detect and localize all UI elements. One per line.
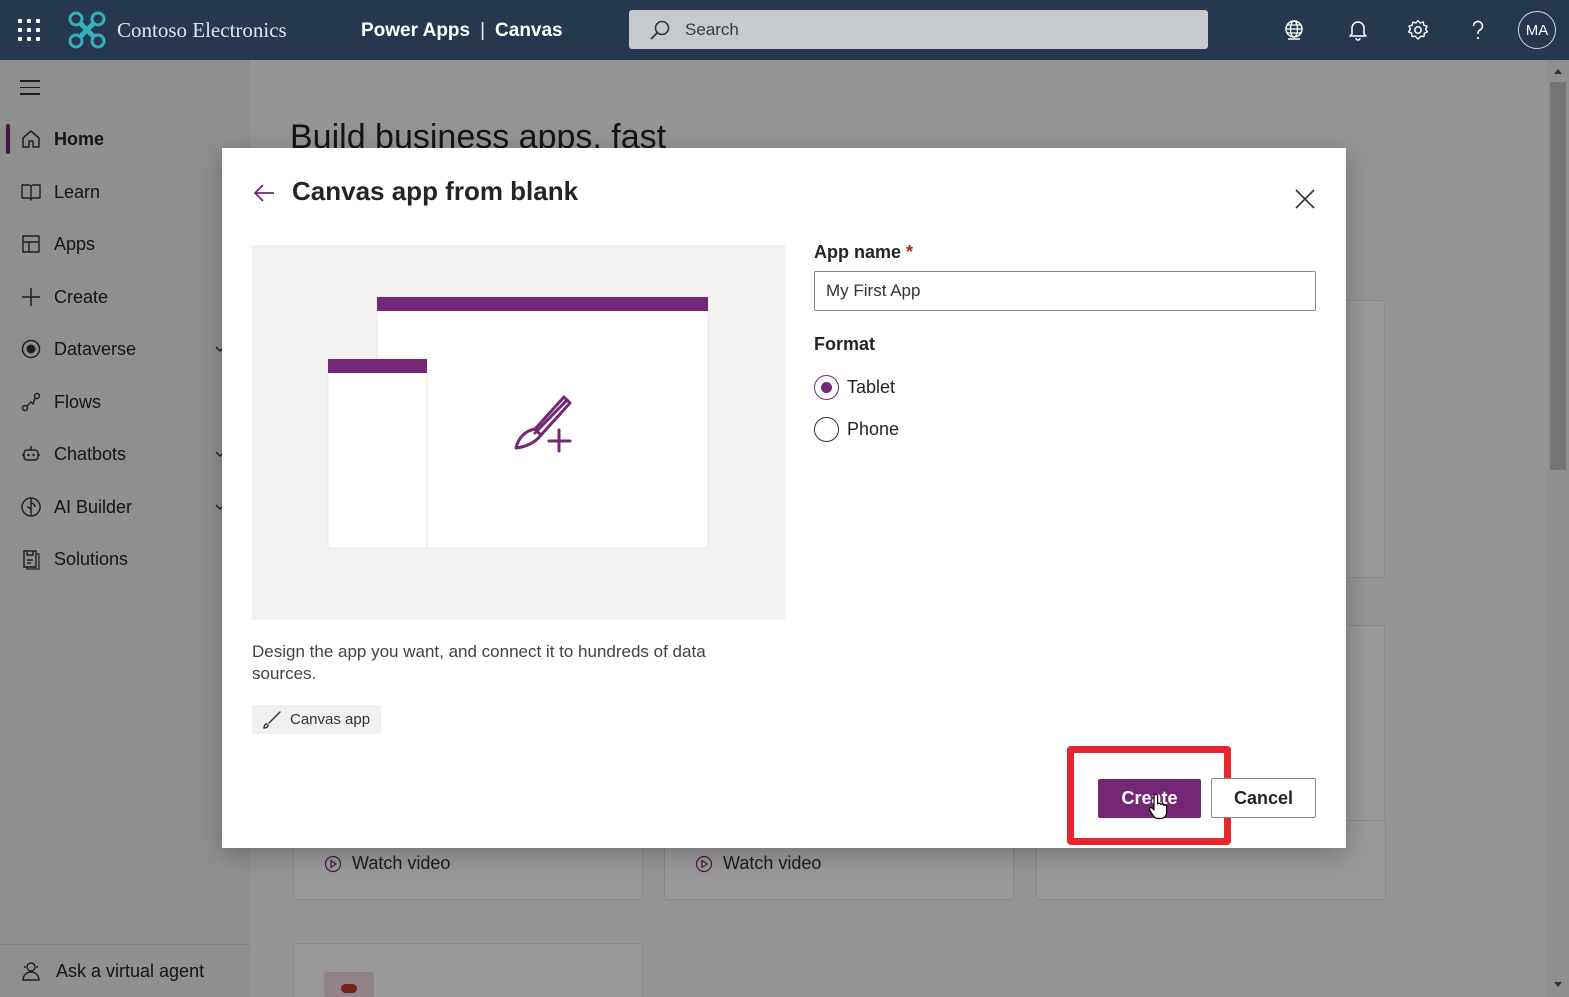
environment-globe-icon[interactable] <box>1283 19 1305 41</box>
tablet-radio-label: Tablet <box>847 377 896 397</box>
format-option-tablet[interactable]: Tablet <box>814 375 895 400</box>
search-box[interactable]: Search <box>629 10 1208 49</box>
tablet-phone-illustration <box>327 296 709 549</box>
product-name: Power Apps <box>361 20 471 41</box>
phone-radio[interactable] <box>814 417 839 442</box>
back-arrow-icon[interactable] <box>252 182 276 204</box>
search-placeholder: Search <box>685 19 739 39</box>
app-name-input[interactable] <box>814 271 1316 311</box>
app-name-label: App name * <box>814 242 913 263</box>
title-separator: | <box>480 20 486 41</box>
canvas-app-dialog: Canvas app from blank Design the app you… <box>222 148 1346 848</box>
product-context: Canvas <box>495 20 563 41</box>
canvas-app-tag: Canvas app <box>252 705 382 734</box>
paintbrush-icon <box>263 710 281 729</box>
phone-radio-label: Phone <box>847 419 900 439</box>
settings-gear-icon[interactable] <box>1407 19 1429 41</box>
tablet-radio[interactable] <box>814 375 839 400</box>
brand-name: Contoso Electronics <box>117 18 287 42</box>
dialog-description: Design the app you want, and connect it … <box>252 642 706 683</box>
dialog-title: Canvas app from blank <box>292 176 579 206</box>
notification-bell-icon[interactable] <box>1347 19 1369 41</box>
hand-cursor-icon <box>1148 794 1168 820</box>
user-avatar[interactable]: MA <box>1518 11 1556 49</box>
app-name-label-text: App name <box>814 242 902 262</box>
format-option-phone[interactable]: Phone <box>814 417 899 442</box>
contoso-logo-icon <box>68 11 106 49</box>
format-label: Format <box>814 334 876 354</box>
help-question-icon[interactable] <box>1467 19 1489 41</box>
canvas-preview-illustration <box>252 245 785 620</box>
close-icon[interactable] <box>1294 188 1316 210</box>
search-icon <box>650 20 670 40</box>
cancel-button[interactable]: Cancel <box>1211 778 1316 818</box>
product-title[interactable]: Power Apps | Canvas <box>361 20 563 42</box>
app-launcher-icon[interactable] <box>18 19 40 41</box>
tag-label: Canvas app <box>290 711 371 728</box>
required-marker: * <box>906 242 914 262</box>
top-bar: Contoso Electronics Power Apps | Canvas … <box>0 0 1569 60</box>
